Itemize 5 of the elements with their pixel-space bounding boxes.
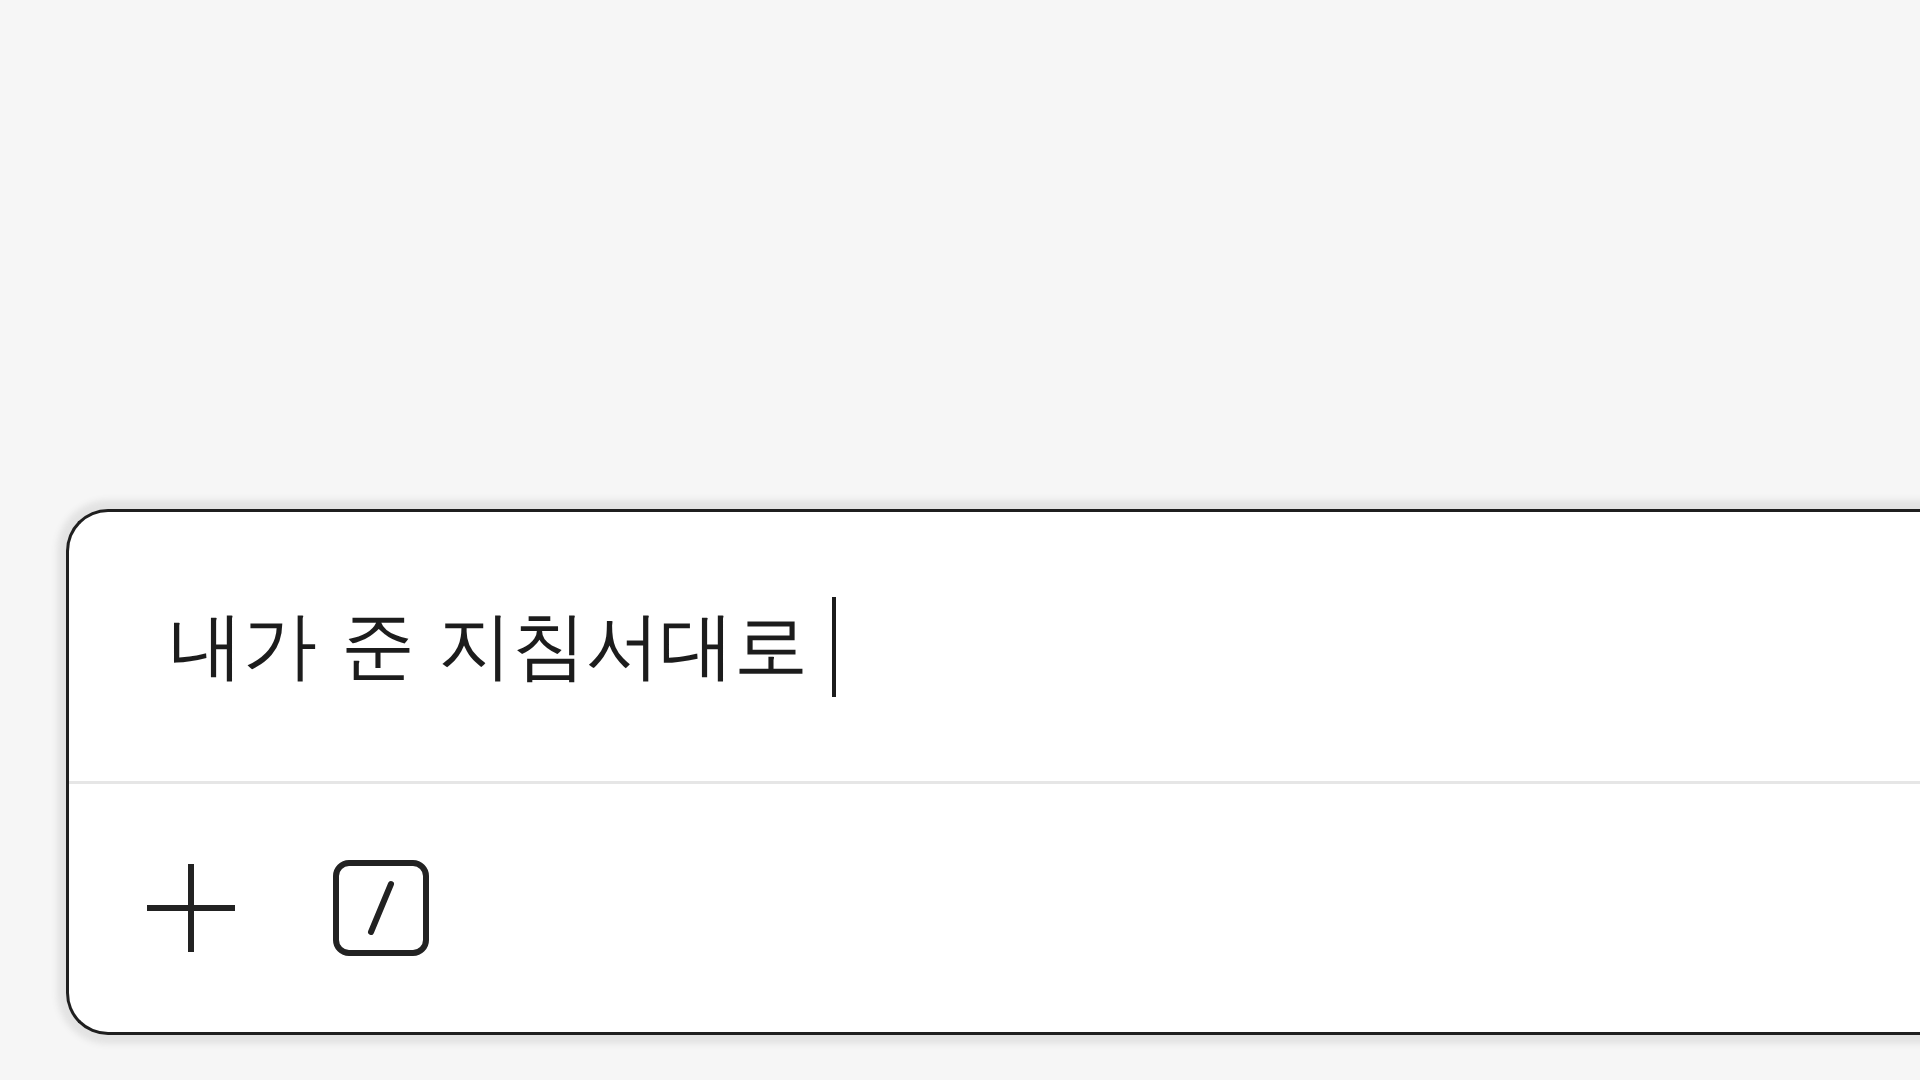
- add-button[interactable]: [147, 864, 235, 952]
- slash-icon: [333, 860, 429, 956]
- message-input[interactable]: 내가 준 지침서대로: [69, 512, 1920, 784]
- plus-icon: [147, 864, 235, 952]
- slash-command-button[interactable]: [333, 860, 429, 956]
